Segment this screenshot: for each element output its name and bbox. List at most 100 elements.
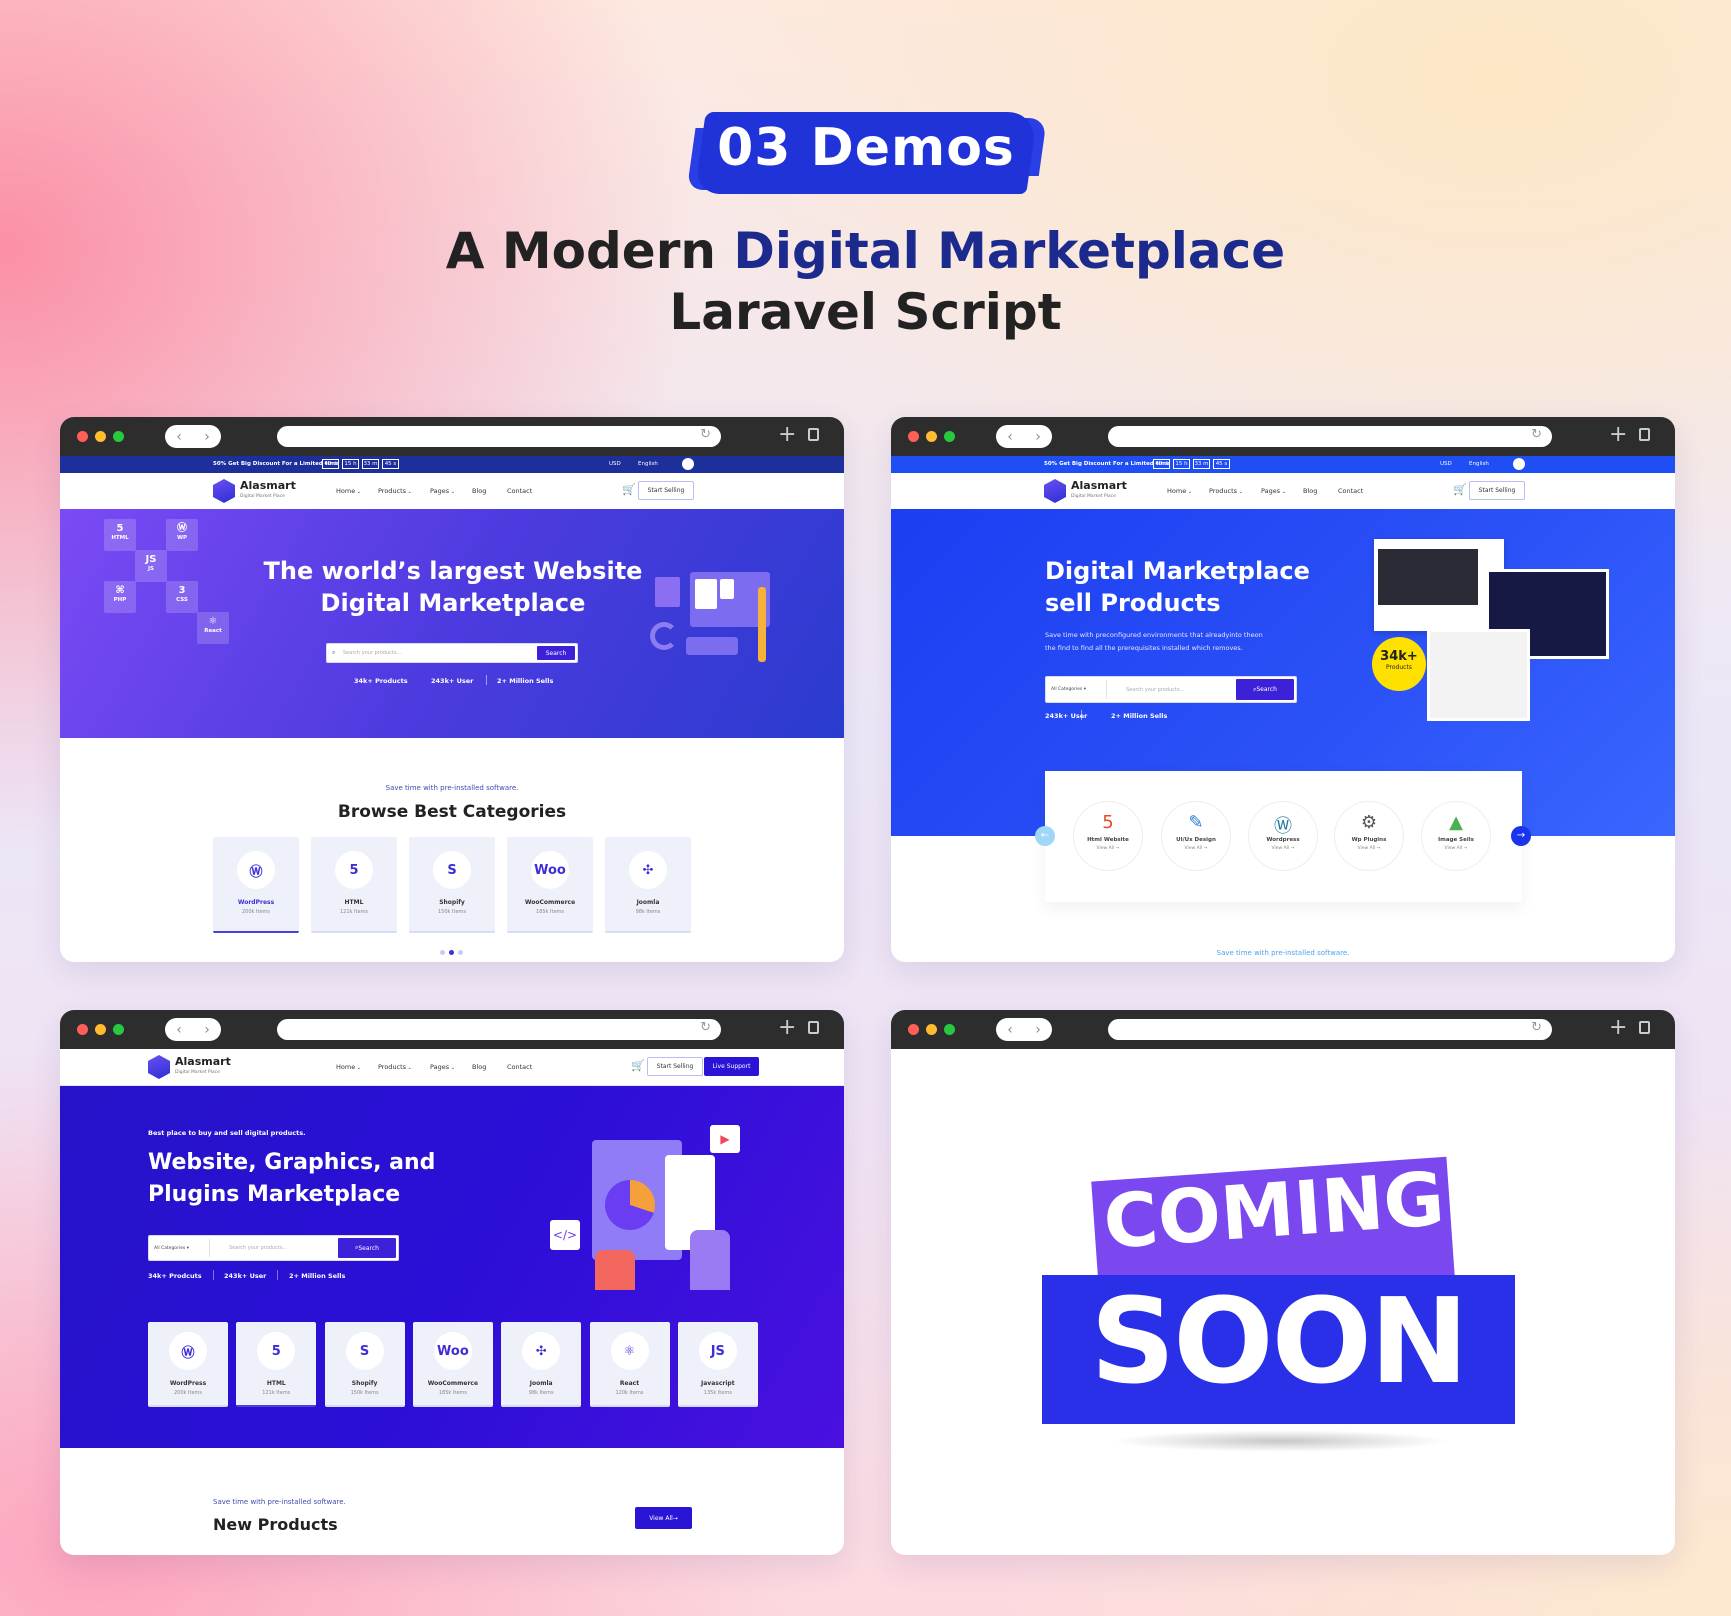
back-arrow-icon[interactable]: ‹ — [1007, 1022, 1013, 1038]
nav-item-products[interactable]: Products ⌄ — [1209, 487, 1243, 495]
minimize-window-button[interactable] — [95, 431, 106, 442]
category-card-joomla[interactable]: ✣ Joomla 98k Items — [605, 837, 691, 933]
search-button[interactable]: ⌕ Search — [338, 1238, 396, 1258]
maximize-window-button[interactable] — [944, 431, 955, 442]
search-input[interactable]: Search your products... — [229, 1245, 287, 1251]
category-dropdown[interactable]: All Categories ▾ — [154, 1246, 189, 1251]
nav-item-contact[interactable]: Contact — [507, 1063, 532, 1071]
search-button[interactable]: ⌕ Search — [1236, 679, 1294, 700]
view-all-button[interactable]: View All → — [635, 1507, 692, 1529]
alasmart-logo-icon[interactable] — [213, 479, 235, 503]
currency-select[interactable]: USD — [609, 461, 621, 467]
new-tab-plus-icon[interactable]: + — [1609, 422, 1627, 447]
category-card-react[interactable]: ⚛ React 120k Items — [589, 1322, 670, 1407]
new-tab-plus-icon[interactable]: + — [778, 422, 796, 447]
maximize-window-button[interactable] — [113, 1024, 124, 1035]
close-window-button[interactable] — [908, 431, 919, 442]
tech-tile[interactable]: ⌘ PHP — [104, 581, 136, 613]
tech-tile[interactable]: 5 HTML — [104, 519, 136, 551]
forward-arrow-icon[interactable]: › — [204, 1022, 210, 1038]
search-input[interactable]: Search your products... — [1126, 687, 1184, 693]
forward-arrow-icon[interactable]: › — [204, 429, 210, 445]
nav-item-products[interactable]: Products ⌄ — [378, 487, 412, 495]
tech-tile[interactable]: Ⓦ WP — [166, 519, 198, 551]
address-bar[interactable]: ↻ — [1108, 1019, 1552, 1040]
tabs-overview-icon[interactable] — [1639, 428, 1650, 441]
start-selling-button[interactable]: Start Selling — [1469, 481, 1525, 500]
maximize-window-button[interactable] — [944, 1024, 955, 1035]
nav-item-contact[interactable]: Contact — [1338, 487, 1363, 495]
category-card-woocommerce[interactable]: Woo WooCommerce 185k Items — [507, 837, 593, 933]
user-avatar[interactable] — [1513, 458, 1525, 470]
carousel-dot[interactable] — [449, 950, 454, 955]
nav-item-home[interactable]: Home ⌄ — [336, 1063, 361, 1071]
back-arrow-icon[interactable]: ‹ — [1007, 429, 1013, 445]
category-card-html[interactable]: 5 HTML 121k Items — [236, 1322, 317, 1407]
nav-item-products[interactable]: Products ⌄ — [378, 1063, 412, 1071]
address-bar[interactable]: ↻ — [277, 1019, 721, 1040]
start-selling-button[interactable]: Start Selling — [647, 1057, 703, 1076]
back-arrow-icon[interactable]: ‹ — [176, 429, 182, 445]
forward-arrow-icon[interactable]: › — [1035, 429, 1041, 445]
category-dropdown[interactable]: All Categories ▾ — [1051, 687, 1086, 692]
search-button[interactable]: Search — [537, 646, 575, 660]
category-card-html[interactable]: 5 HTML 121k Items — [311, 837, 397, 933]
nav-item-blog[interactable]: Blog — [472, 487, 486, 495]
back-arrow-icon[interactable]: ‹ — [176, 1022, 182, 1038]
category-circle[interactable]: ▲ Image Sells View All → — [1421, 801, 1491, 871]
category-card-shopify[interactable]: S Shopify 150k Items — [409, 837, 495, 933]
nav-item-contact[interactable]: Contact — [507, 487, 532, 495]
category-card-woocommerce[interactable]: Woo WooCommerce 185k Items — [412, 1322, 493, 1407]
search-input[interactable]: Search your products... — [343, 650, 401, 656]
reload-icon[interactable]: ↻ — [1531, 1020, 1542, 1035]
cart-icon[interactable]: 🛒 — [631, 1059, 645, 1072]
category-circle[interactable]: ⚙ Wp Plugins View All → — [1334, 801, 1404, 871]
reload-icon[interactable]: ↻ — [700, 1020, 711, 1035]
carousel-dot[interactable] — [440, 950, 445, 955]
tech-tile[interactable]: JS JS — [135, 550, 167, 582]
category-card-wordpress[interactable]: Ⓦ WordPress 200k Items — [148, 1322, 228, 1407]
category-card-joomla[interactable]: ✣ Joomla 98k Items — [501, 1322, 582, 1407]
view-all-link[interactable]: View All → — [1249, 846, 1317, 851]
nav-item-home[interactable]: Home ⌄ — [336, 487, 361, 495]
close-window-button[interactable] — [908, 1024, 919, 1035]
minimize-window-button[interactable] — [926, 431, 937, 442]
alasmart-logo-icon[interactable] — [148, 1055, 170, 1079]
user-avatar[interactable] — [682, 458, 694, 470]
carousel-next-arrow-icon[interactable]: → — [1511, 826, 1531, 846]
view-all-link[interactable]: View All → — [1335, 846, 1403, 851]
reload-icon[interactable]: ↻ — [1531, 427, 1542, 442]
cart-icon[interactable]: 🛒 — [622, 483, 636, 496]
view-all-link[interactable]: View All → — [1074, 846, 1142, 851]
currency-select[interactable]: USD — [1440, 461, 1452, 467]
new-tab-plus-icon[interactable]: + — [1609, 1015, 1627, 1040]
nav-item-pages[interactable]: Pages ⌄ — [430, 487, 455, 495]
reload-icon[interactable]: ↻ — [700, 427, 711, 442]
category-circle[interactable]: Ⓦ Wordpress View All → — [1248, 801, 1318, 871]
address-bar[interactable]: ↻ — [277, 426, 721, 447]
tabs-overview-icon[interactable] — [808, 428, 819, 441]
logo-name[interactable]: Alasmart — [175, 1055, 231, 1068]
category-circle[interactable]: 5 Html Website View All → — [1073, 801, 1143, 871]
close-window-button[interactable] — [77, 1024, 88, 1035]
nav-item-blog[interactable]: Blog — [1303, 487, 1317, 495]
live-support-button[interactable]: Live Support — [704, 1057, 759, 1076]
new-tab-plus-icon[interactable]: + — [778, 1015, 796, 1040]
tabs-overview-icon[interactable] — [1639, 1021, 1650, 1034]
minimize-window-button[interactable] — [926, 1024, 937, 1035]
logo-name[interactable]: Alasmart — [1071, 479, 1127, 492]
view-all-link[interactable]: View All → — [1422, 846, 1490, 851]
logo-name[interactable]: Alasmart — [240, 479, 296, 492]
nav-item-blog[interactable]: Blog — [472, 1063, 486, 1071]
address-bar[interactable]: ↻ — [1108, 426, 1552, 447]
forward-arrow-icon[interactable]: › — [1035, 1022, 1041, 1038]
tabs-overview-icon[interactable] — [808, 1021, 819, 1034]
nav-item-pages[interactable]: Pages ⌄ — [1261, 487, 1286, 495]
language-select[interactable]: English — [1469, 461, 1489, 467]
category-card-shopify[interactable]: S Shopify 150k Items — [324, 1322, 405, 1407]
nav-item-home[interactable]: Home ⌄ — [1167, 487, 1192, 495]
start-selling-button[interactable]: Start Selling — [638, 481, 694, 500]
category-circle[interactable]: ✎ UI/Ux Design View All → — [1161, 801, 1231, 871]
alasmart-logo-icon[interactable] — [1044, 479, 1066, 503]
tech-tile[interactable]: 3 CSS — [166, 581, 198, 613]
